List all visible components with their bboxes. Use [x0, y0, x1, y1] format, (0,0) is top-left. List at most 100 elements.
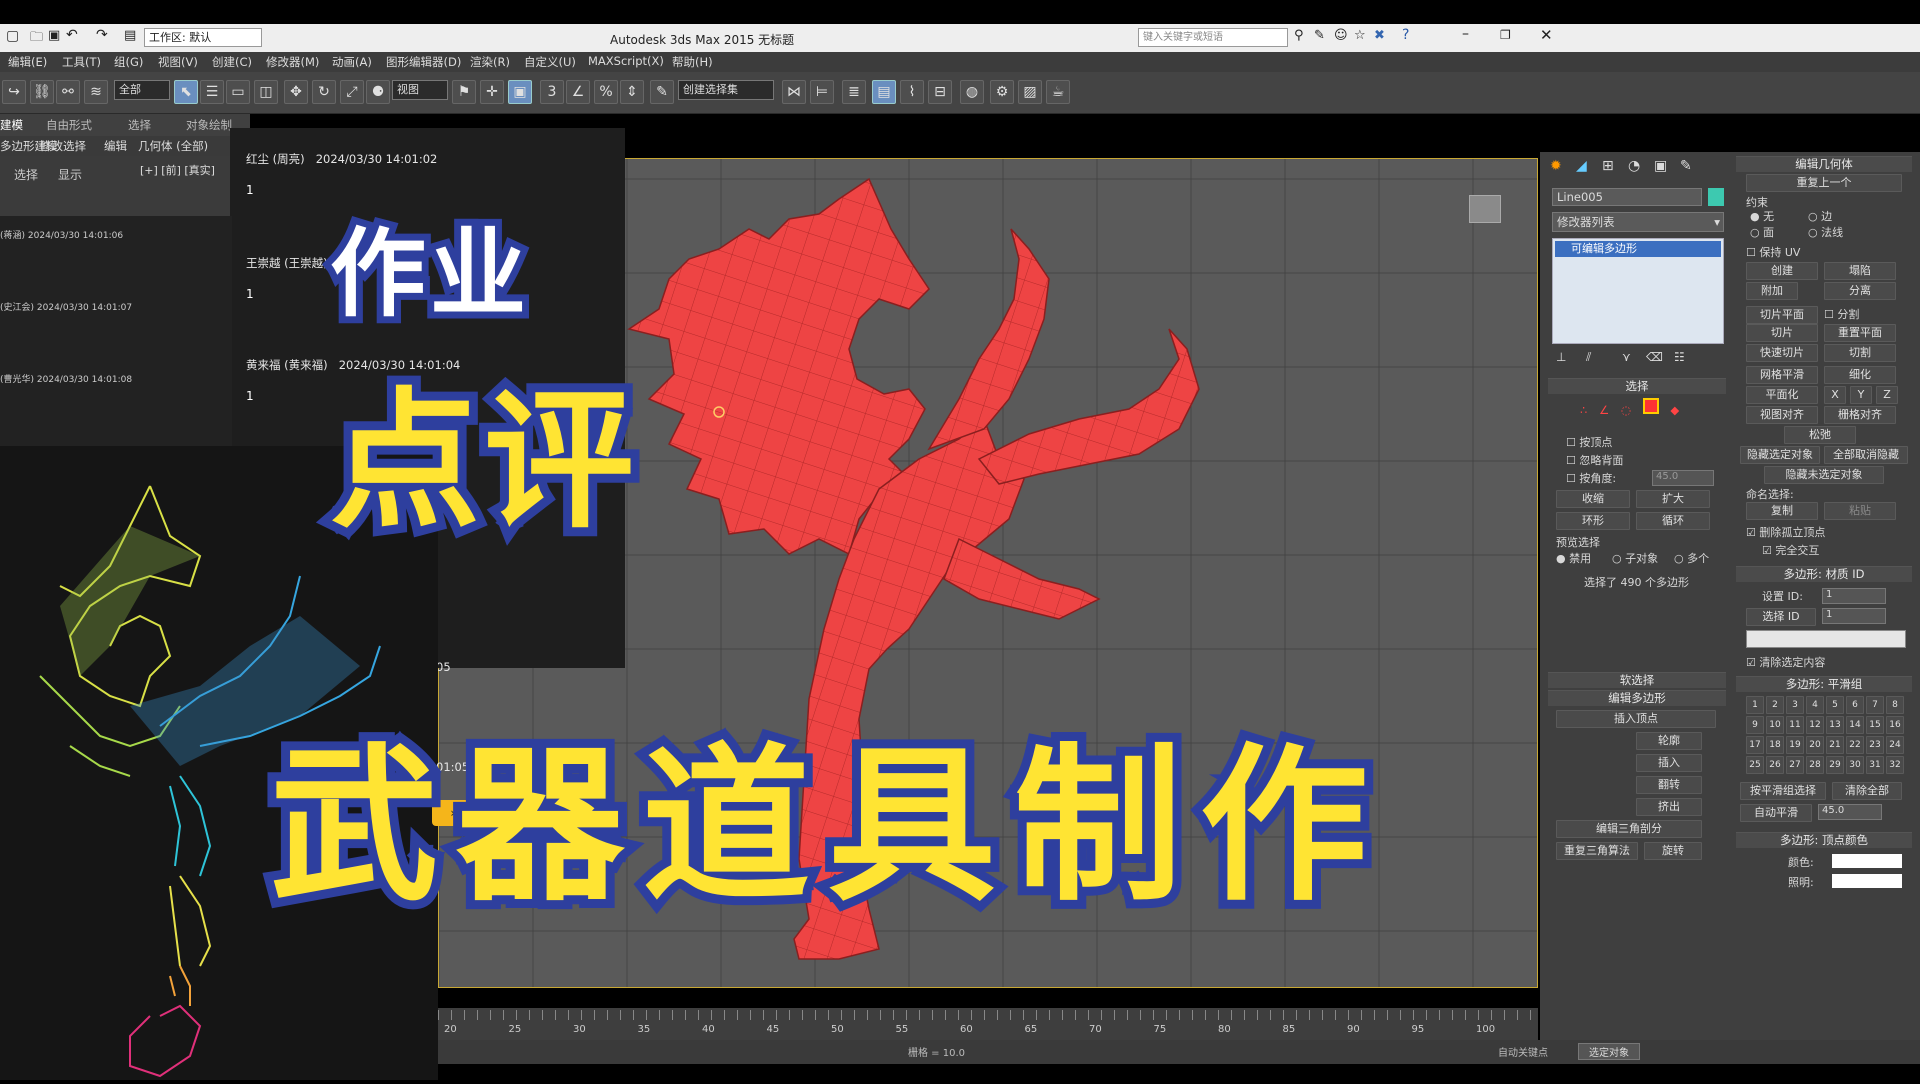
link-icon[interactable]: ⛓	[30, 80, 54, 104]
edge-icon[interactable]: ∠	[1599, 403, 1609, 417]
retriangulate-button[interactable]: 重复三角算法	[1556, 842, 1638, 860]
smoothing-group-button[interactable]: 11	[1786, 716, 1804, 734]
smoothing-group-button[interactable]: 28	[1806, 756, 1824, 774]
ribbon-sub-geometry[interactable]: 几何体 (全部)	[138, 138, 208, 154]
app-icon[interactable]: ▢	[6, 28, 19, 44]
move-icon[interactable]: ✥	[284, 80, 308, 104]
planarize-button[interactable]: 平面化	[1746, 386, 1818, 404]
smoothing-rollout-header[interactable]: 多边形: 平滑组	[1736, 676, 1912, 692]
select-id-spinner[interactable]: 1	[1822, 608, 1886, 624]
rotate-icon[interactable]: ↻	[312, 80, 336, 104]
full-interactivity-checkbox[interactable]: ☑ 完全交互	[1762, 542, 1819, 558]
named-selection-select[interactable]: 创建选择集	[678, 80, 774, 100]
grid-align-button[interactable]: 栅格对齐	[1824, 406, 1896, 424]
help-icon[interactable]: ?	[1402, 27, 1409, 43]
render-icon[interactable]: ☕	[1046, 80, 1070, 104]
turn-button[interactable]: 旋转	[1644, 842, 1702, 860]
grow-button[interactable]: 扩大	[1636, 490, 1710, 508]
modifier-stack[interactable]: 可编辑多边形	[1552, 238, 1724, 344]
display-tab-icon[interactable]: ▣	[1654, 158, 1667, 174]
select-manipulate-icon[interactable]: ✛	[480, 80, 504, 104]
smoothing-group-button[interactable]: 8	[1886, 696, 1904, 714]
planarize-x-button[interactable]: X	[1824, 386, 1846, 404]
scale-icon[interactable]: ⤢	[340, 80, 364, 104]
remove-modifier-icon[interactable]: ⌫	[1646, 350, 1663, 364]
select-object-icon[interactable]: ⬉	[174, 80, 198, 104]
keyboard-shortcut-icon[interactable]: ▣	[508, 80, 532, 104]
smoothing-group-button[interactable]: 16	[1886, 716, 1904, 734]
edit-geometry-rollout-header[interactable]: 编辑几何体	[1736, 156, 1912, 172]
project-icon[interactable]: ▤	[124, 28, 136, 43]
smoothing-group-button[interactable]: 13	[1826, 716, 1844, 734]
relax-button[interactable]: 松弛	[1784, 426, 1856, 444]
detach-button[interactable]: 分离	[1824, 282, 1896, 300]
rect-selection-icon[interactable]: ▭	[226, 80, 250, 104]
material-name-dropdown[interactable]	[1746, 630, 1906, 648]
planarize-y-button[interactable]: Y	[1850, 386, 1872, 404]
slice-plane-button[interactable]: 切片平面	[1746, 306, 1818, 324]
angle-spinner[interactable]: 45.0	[1652, 470, 1714, 486]
smoothing-group-button[interactable]: 9	[1746, 716, 1764, 734]
set-id-spinner[interactable]: 1	[1822, 588, 1886, 604]
scene-tab-select[interactable]: 选择	[14, 166, 38, 183]
smoothing-group-button[interactable]: 4	[1806, 696, 1824, 714]
loop-button[interactable]: 循环	[1636, 512, 1710, 530]
planarize-z-button[interactable]: Z	[1876, 386, 1898, 404]
by-angle-checkbox[interactable]: ☐ 按角度:	[1566, 470, 1616, 486]
smoothing-group-button[interactable]: 25	[1746, 756, 1764, 774]
menu-modifiers[interactable]: 修改器(M)	[266, 54, 319, 70]
insert-vertex-button[interactable]: 插入顶点	[1556, 710, 1716, 728]
scene-explorer-icon[interactable]: ▤	[872, 80, 896, 104]
object-name-field[interactable]: Line005	[1552, 188, 1702, 206]
create-tab-icon[interactable]: ✹	[1550, 158, 1562, 174]
flip-button[interactable]: 翻转	[1636, 776, 1702, 794]
preserve-uv-checkbox[interactable]: ☐ 保持 UV	[1746, 244, 1800, 260]
soft-selection-rollout-header[interactable]: 软选择	[1548, 672, 1726, 688]
exchange-icon[interactable]: ✖	[1374, 28, 1385, 43]
menu-tools[interactable]: 工具(T)	[62, 54, 101, 70]
edit-triangulation-button[interactable]: 编辑三角剖分	[1556, 820, 1702, 838]
smoothing-group-button[interactable]: 31	[1866, 756, 1884, 774]
timeline-ruler[interactable]: 20 25 30 35 40 45 50 55 60 65 70 75 80 85 90 95 100	[438, 1008, 1538, 1040]
ribbon-sub-edit[interactable]: 编辑	[104, 138, 127, 154]
modifier-list-select[interactable]: 修改器列表 ▾	[1552, 212, 1724, 232]
menu-views[interactable]: 视图(V)	[158, 54, 198, 70]
reset-plane-button[interactable]: 重置平面	[1824, 324, 1896, 342]
shrink-button[interactable]: 收缩	[1556, 490, 1630, 508]
ref-coord-select[interactable]: 视图	[392, 80, 448, 100]
smoothing-group-button[interactable]: 23	[1866, 736, 1884, 754]
create-button[interactable]: 创建	[1746, 262, 1818, 280]
spinner-snap-icon[interactable]: ⇕	[620, 80, 644, 104]
menu-maxscript[interactable]: MAXScript(X)	[588, 54, 664, 68]
collapse-button[interactable]: 塌陷	[1824, 262, 1896, 280]
selection-rollout-header[interactable]: 选择	[1548, 378, 1726, 394]
cut-button[interactable]: 切割	[1824, 344, 1896, 362]
auto-smooth-spinner[interactable]: 45.0	[1818, 804, 1882, 820]
edit-polygons-rollout-header[interactable]: 编辑多边形	[1548, 690, 1726, 706]
menu-group[interactable]: 组(G)	[114, 54, 143, 70]
smoothing-group-button[interactable]: 29	[1826, 756, 1844, 774]
window-crossing-icon[interactable]: ◫	[254, 80, 278, 104]
constraint-face-radio[interactable]: ○ 面	[1750, 224, 1774, 240]
polygon-icon[interactable]	[1642, 398, 1659, 414]
smoothing-group-button[interactable]: 6	[1846, 696, 1864, 714]
motion-tab-icon[interactable]: ◔	[1628, 158, 1640, 174]
menu-animation[interactable]: 动画(A)	[332, 54, 372, 70]
unhide-all-button[interactable]: 全部取消隐藏	[1824, 446, 1908, 464]
material-editor-icon[interactable]: ◍	[960, 80, 984, 104]
scene-tab-display[interactable]: 显示	[58, 166, 82, 183]
pivot-icon[interactable]: ⚑	[452, 80, 476, 104]
chat-list-item[interactable]: (曹光华) 2024/03/30 14:01:08	[0, 372, 132, 385]
smoothing-group-button[interactable]: 17	[1746, 736, 1764, 754]
menu-edit[interactable]: 编辑(E)	[8, 54, 47, 70]
quickslice-button[interactable]: 快速切片	[1746, 344, 1818, 362]
ribbon-tab-objpaint[interactable]: 对象绘制	[186, 117, 232, 133]
tessellate-button[interactable]: 细化	[1824, 366, 1896, 384]
render-frame-icon[interactable]: ▨	[1018, 80, 1042, 104]
slice-button[interactable]: 切片	[1746, 324, 1818, 342]
mirror-icon[interactable]: ⋈	[782, 80, 806, 104]
smoothing-group-button[interactable]: 12	[1806, 716, 1824, 734]
hierarchy-tab-icon[interactable]: ⊞	[1602, 158, 1614, 174]
split-checkbox[interactable]: ☐ 分割	[1824, 306, 1859, 322]
open-icon[interactable]: 🗀	[30, 28, 43, 50]
